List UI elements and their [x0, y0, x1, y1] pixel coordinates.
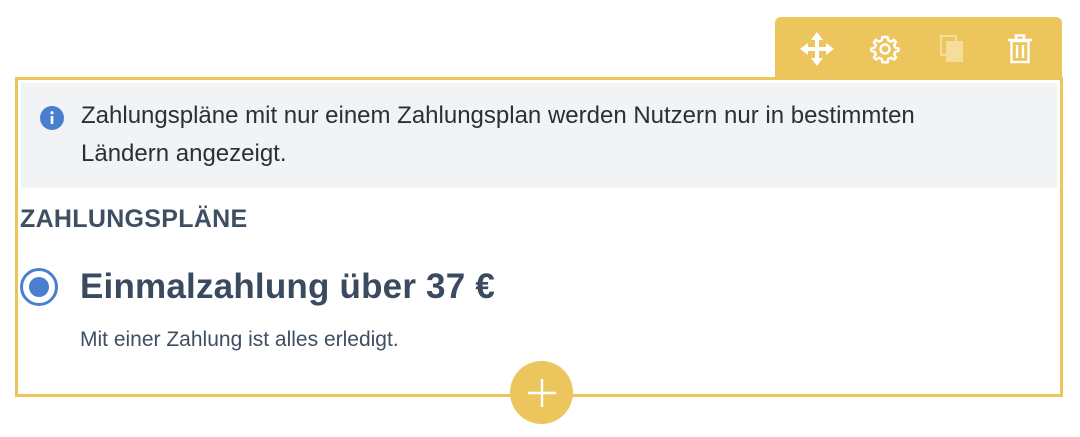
- plus-icon: [527, 378, 556, 407]
- payment-plans-block[interactable]: Zahlungspläne mit nur einem Zahlungsplan…: [15, 77, 1063, 397]
- duplicate-icon: [940, 35, 964, 62]
- settings-button[interactable]: [865, 29, 905, 69]
- section-title: ZAHLUNGSPLÄNE: [20, 205, 248, 233]
- radio-selected-dot: [29, 277, 49, 297]
- add-block-button[interactable]: [510, 361, 573, 424]
- info-icon: [40, 106, 64, 130]
- gear-icon: [869, 35, 900, 64]
- notice-text: Zahlungspläne mit nur einem Zahlungsplan…: [81, 102, 915, 167]
- trash-icon: [1008, 34, 1033, 64]
- plan-description: Mit einer Zahlung ist alles erledigt.: [80, 328, 399, 351]
- block-toolbar: [775, 17, 1062, 81]
- info-notice: Zahlungspläne mit nur einem Zahlungsplan…: [21, 83, 1057, 188]
- delete-button[interactable]: [1000, 29, 1040, 69]
- move-icon: [799, 32, 834, 66]
- move-button[interactable]: [797, 29, 837, 69]
- plan-title[interactable]: Einmalzahlung über 37 €: [80, 267, 495, 307]
- plan-radio[interactable]: [20, 268, 58, 306]
- duplicate-button[interactable]: [932, 29, 972, 69]
